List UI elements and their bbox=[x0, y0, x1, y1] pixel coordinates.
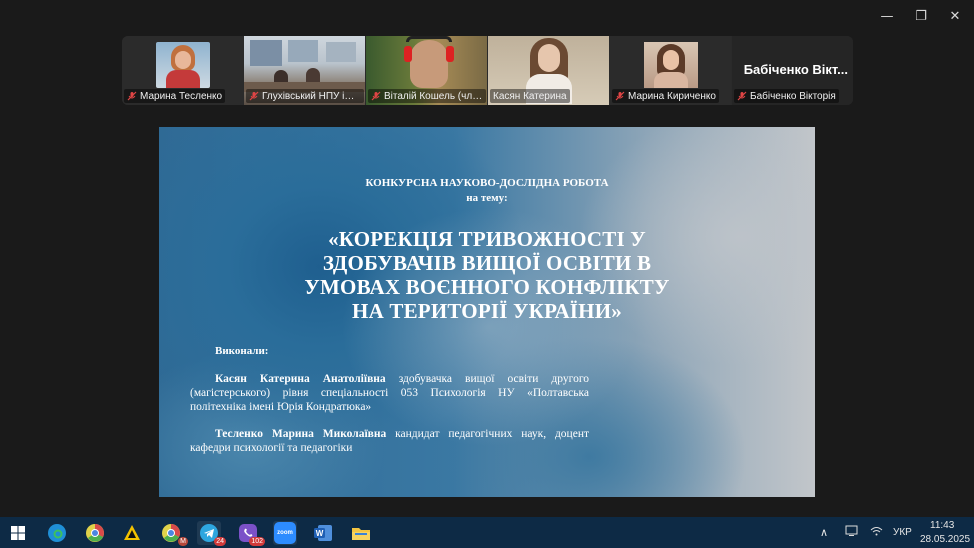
participant-gallery-strip: Марина Тесленко Глухівський НПУ ім. Д... bbox=[122, 36, 853, 105]
mic-muted-icon bbox=[249, 91, 259, 101]
chrome-profile-badge: M bbox=[178, 537, 188, 546]
windows-taskbar: M 24 102 zoom W ∧ УКР 11:43 28.05.2025 bbox=[0, 517, 974, 548]
participant-tile[interactable]: Марина Кириченко bbox=[610, 36, 731, 105]
file-explorer-icon[interactable] bbox=[349, 521, 373, 545]
participant-name: Віталій Кошель (член... bbox=[384, 90, 483, 102]
participant-display-name: Бабіченко Вікт... bbox=[743, 62, 848, 77]
svg-text:W: W bbox=[316, 529, 324, 538]
viber-unread-badge: 102 bbox=[249, 537, 265, 546]
mic-muted-icon bbox=[615, 91, 625, 101]
close-button[interactable]: ✕ bbox=[940, 6, 970, 26]
system-tray-monitor-icon[interactable] bbox=[845, 525, 858, 540]
participant-name-bar: Касян Катерина bbox=[490, 89, 570, 103]
participant-tile[interactable]: Глухівський НПУ ім. Д... bbox=[244, 36, 365, 105]
participant-name-bar: Віталій Кошель (член... bbox=[368, 89, 486, 103]
telegram-icon[interactable]: 24 bbox=[197, 521, 226, 546]
mic-muted-icon bbox=[127, 91, 137, 101]
slide-title-line: НА ТЕРИТОРІЇ УКРАЇНИ» bbox=[352, 299, 622, 323]
chrome-profile-icon[interactable] bbox=[83, 521, 107, 545]
participant-name: Касян Катерина bbox=[493, 90, 567, 102]
shared-screen-slide: КОНКУРСНА НАУКОВО-ДОСЛІДНА РОБОТА на тем… bbox=[159, 127, 815, 497]
performed-by-label: Виконали: bbox=[215, 345, 269, 357]
slide-title-line: ЗДОБУВАЧІВ ВИЩОЇ ОСВІТИ В bbox=[322, 251, 652, 275]
mic-muted-icon bbox=[737, 91, 747, 101]
participant-tile[interactable]: Бабіченко Вікт... Бабіченко Вікторія bbox=[732, 36, 853, 105]
participant-tile-active-speaker[interactable]: Касян Катерина bbox=[488, 36, 609, 105]
participant-name: Марина Тесленко bbox=[140, 90, 223, 102]
participant-name: Марина Кириченко bbox=[628, 90, 716, 102]
windows-start-icon[interactable] bbox=[6, 521, 30, 545]
edge-icon[interactable] bbox=[45, 521, 69, 545]
viber-icon[interactable]: 102 bbox=[236, 521, 265, 546]
participant-tile[interactable]: Віталій Кошель (член... bbox=[366, 36, 487, 105]
chrome-icon[interactable]: M bbox=[159, 521, 188, 546]
zoom-icon[interactable]: zoom bbox=[273, 521, 297, 545]
author-1-name: Касян Катерина Анатоліївна bbox=[215, 373, 386, 385]
participant-tile[interactable]: Марина Тесленко bbox=[122, 36, 243, 105]
keyboard-language[interactable]: УКР bbox=[893, 527, 912, 538]
participant-name: Бабіченко Вікторія bbox=[750, 90, 836, 102]
mic-muted-icon bbox=[371, 91, 381, 101]
show-hidden-icons-chevron-icon[interactable]: ∧ bbox=[820, 526, 828, 539]
word-icon[interactable]: W bbox=[311, 521, 335, 545]
clock-time[interactable]: 11:43 bbox=[930, 520, 954, 531]
participant-name-bar: Глухівський НПУ ім. Д... bbox=[246, 89, 364, 103]
slide-subheading: на тему: bbox=[466, 192, 508, 204]
participant-name-bar: Бабіченко Вікторія bbox=[734, 89, 839, 103]
participant-name-bar: Марина Тесленко bbox=[124, 89, 226, 103]
norton-icon[interactable] bbox=[120, 521, 144, 545]
slide-heading: КОНКУРСНА НАУКОВО-ДОСЛІДНА РОБОТА bbox=[365, 177, 609, 189]
restore-button[interactable]: ❐ bbox=[906, 6, 936, 26]
zoom-meeting-window: — ❐ ✕ Марина Тесленко Глухівський НПУ ім… bbox=[0, 0, 974, 517]
wifi-icon[interactable] bbox=[870, 525, 883, 540]
zoom-label: zoom bbox=[274, 522, 296, 544]
slide-title: «КОРЕКЦІЯ ТРИВОЖНОСТІ У ЗДОБУВАЧІВ ВИЩОЇ… bbox=[159, 227, 815, 323]
slide-title-line: УМОВАХ ВОЄННОГО КОНФЛІКТУ bbox=[304, 275, 670, 299]
participant-name: Глухівський НПУ ім. Д... bbox=[262, 90, 361, 102]
telegram-unread-badge: 24 bbox=[214, 537, 226, 546]
slide-title-line: «КОРЕКЦІЯ ТРИВОЖНОСТІ У bbox=[328, 227, 646, 251]
clock-date[interactable]: 28.05.2025 bbox=[920, 534, 970, 545]
minimize-button[interactable]: — bbox=[872, 6, 902, 26]
participant-name-bar: Марина Кириченко bbox=[612, 89, 719, 103]
author-2-name: Тесленко Марина Миколаївна bbox=[215, 428, 387, 440]
author-1-paragraph: Касян Катерина Анатоліївна здобувачка ви… bbox=[190, 372, 589, 414]
author-2-paragraph: Тесленко Марина Миколаївна кандидат педа… bbox=[190, 427, 589, 455]
